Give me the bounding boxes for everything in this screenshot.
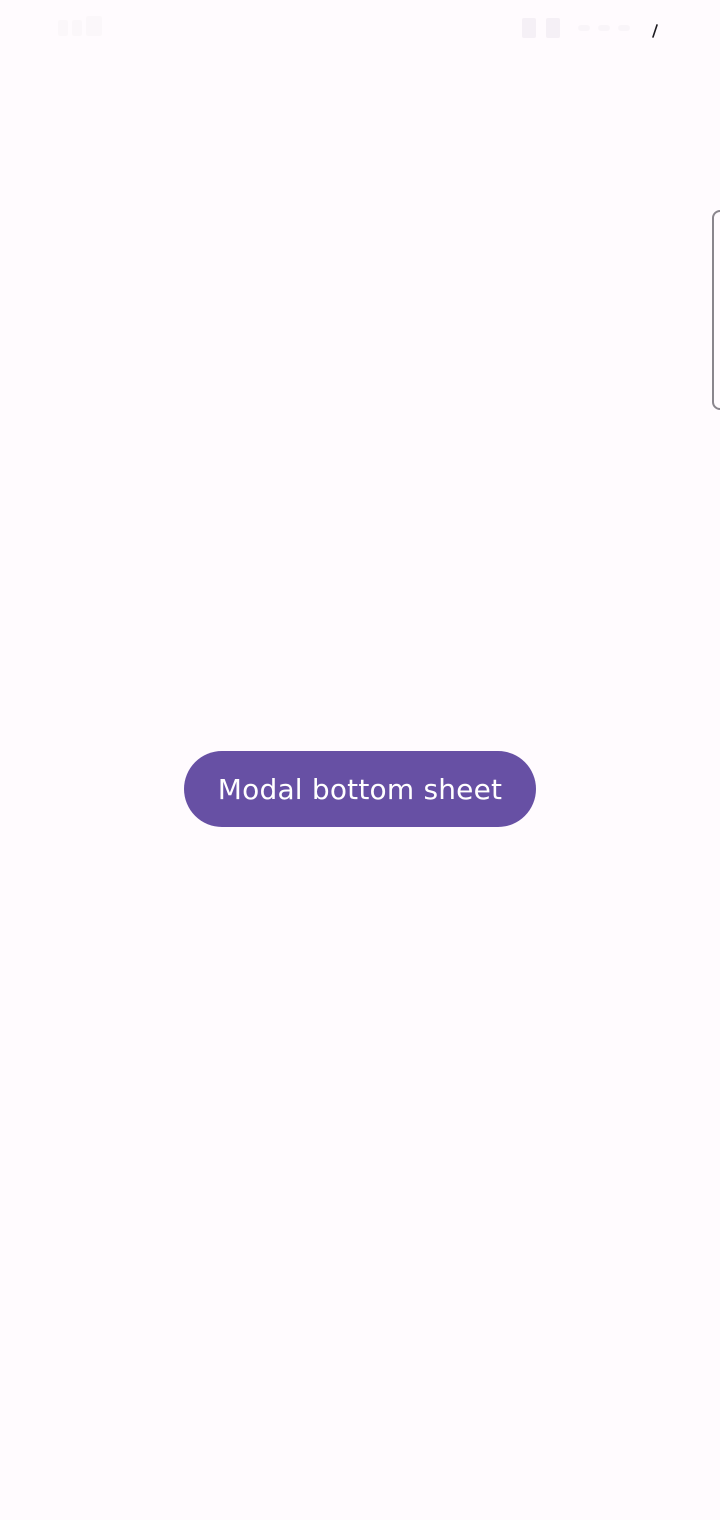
battery-icon: [652, 24, 658, 38]
edge-panel-handle[interactable]: [712, 210, 720, 410]
signal-icon: [522, 18, 536, 38]
modal-bottom-sheet-button[interactable]: Modal bottom sheet: [184, 751, 536, 827]
status-time-icon: [58, 14, 108, 42]
wifi-icon: [546, 18, 560, 38]
status-bar: [0, 0, 720, 56]
status-icons: [470, 14, 660, 42]
